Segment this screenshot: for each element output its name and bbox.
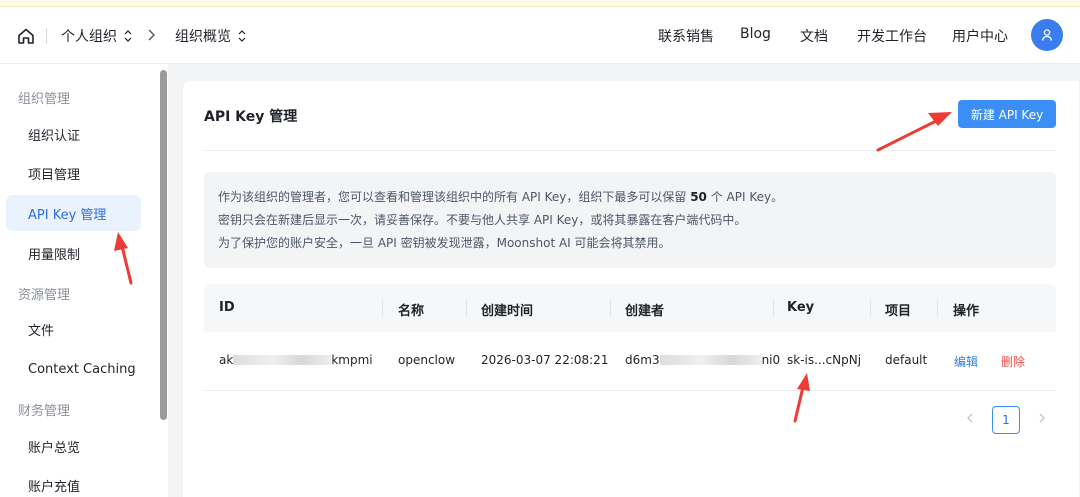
chevron-updown-icon [238, 30, 246, 42]
cell-key: sk-is...cNpNj [787, 353, 862, 367]
api-key-card: API Key 管理 新建 API Key 作为该组织的管理者，您可以查看和管理… [183, 81, 1079, 497]
cell-project: default [885, 353, 928, 367]
page-name: 组织概览 [175, 29, 231, 45]
avatar[interactable] [1031, 19, 1063, 51]
header-divider [46, 28, 47, 44]
nav-docs[interactable]: 文档 [800, 26, 828, 46]
divider [204, 150, 1056, 151]
sidebar-item-usage-limits[interactable]: 用量限制 [6, 235, 141, 271]
col-divider [382, 299, 383, 317]
cell-created: 2026-03-07 22:08:21 [481, 353, 609, 367]
top-header: 个人组织 组织概览 联系销售 Blog 文档 开发工作台 用户中心 [0, 7, 1080, 64]
page-title: API Key 管理 [204, 109, 298, 125]
org-switcher[interactable]: 个人组织 [61, 26, 133, 46]
sidebar-group-resources: 资源管理 [18, 288, 71, 303]
notice-line-1: 作为该组织的管理者，您可以查看和管理该组织中的所有 API Key，组织下最多可… [218, 190, 784, 204]
user-icon [1041, 29, 1053, 41]
edit-link[interactable]: 编辑 [954, 353, 978, 370]
sidebar-group-finance: 财务管理 [18, 404, 71, 419]
sidebar-scrollbar[interactable] [160, 70, 167, 420]
sidebar-item-context-caching[interactable]: Context Caching [6, 351, 141, 387]
cell-id: ak kmpmi [219, 353, 373, 367]
home-icon[interactable] [16, 26, 36, 46]
sidebar-item-recharge[interactable]: 账户充值 [6, 467, 141, 497]
col-creator: 创建者 [625, 304, 665, 319]
sidebar-item-api-keys[interactable]: API Key 管理 [6, 195, 141, 231]
new-api-key-button[interactable]: 新建 API Key [958, 100, 1056, 128]
announcement-strip [0, 0, 1080, 7]
notice-line-3: 为了保护您的账户安全，一旦 API 密钥被发现泄露，Moonshot AI 可能… [218, 236, 671, 250]
redacted-id [233, 355, 332, 365]
col-actions: 操作 [953, 304, 980, 319]
sidebar-item-org-verify[interactable]: 组织认证 [6, 116, 141, 152]
table-row: ak kmpmi openclow 2026-03-07 22:08:21 d6m… [204, 332, 1056, 391]
page-switcher[interactable]: 组织概览 [175, 26, 247, 46]
sidebar-item-files[interactable]: 文件 [6, 311, 141, 347]
col-created: 创建时间 [481, 304, 534, 319]
col-divider [610, 299, 611, 317]
col-id: ID [219, 300, 235, 315]
col-key: Key [787, 300, 815, 315]
col-divider [466, 299, 467, 317]
org-name: 个人组织 [61, 29, 117, 45]
table-header: ID 名称 创建时间 创建者 Key 项目 操作 [204, 284, 1056, 332]
chevron-updown-icon [124, 30, 132, 42]
cell-name: openclow [398, 353, 456, 367]
chevron-right-icon[interactable] [1035, 411, 1049, 425]
col-divider [937, 299, 938, 317]
sidebar-group-org: 组织管理 [18, 92, 71, 107]
col-project: 项目 [885, 304, 912, 319]
col-name: 名称 [398, 304, 425, 319]
chevron-right-icon [148, 29, 155, 41]
page-current[interactable]: 1 [992, 406, 1020, 434]
nav-contact-sales[interactable]: 联系销售 [658, 26, 714, 46]
sidebar-item-account-overview[interactable]: 账户总览 [6, 428, 141, 464]
chevron-left-icon[interactable] [963, 411, 977, 425]
sidebar-item-projects[interactable]: 项目管理 [6, 155, 141, 191]
col-divider [870, 299, 871, 317]
redacted-creator [659, 355, 762, 365]
nav-dev-workbench[interactable]: 开发工作台 [857, 26, 927, 46]
delete-link[interactable]: 删除 [1001, 353, 1025, 370]
nav-blog[interactable]: Blog [740, 26, 771, 42]
cell-creator: d6m3 ni0 [625, 353, 781, 367]
notice-line-2: 密钥只会在新建后显示一次，请妥善保存。不要与他人共享 API Key，或将其暴露… [218, 213, 747, 227]
info-notice: 作为该组织的管理者，您可以查看和管理该组织中的所有 API Key，组织下最多可… [204, 172, 1056, 268]
col-divider [773, 299, 774, 317]
nav-user-center[interactable]: 用户中心 [952, 26, 1008, 46]
